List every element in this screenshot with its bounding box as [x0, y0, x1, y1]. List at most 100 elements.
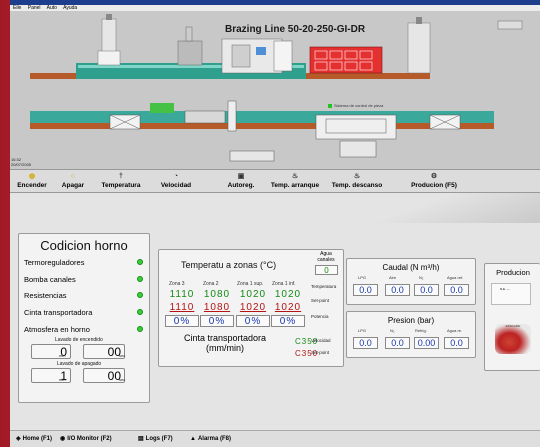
- condicion-horno-panel: Codicion horno Termoreguladores Bomba ca…: [18, 233, 150, 403]
- zone-temperature: 1020: [239, 289, 267, 300]
- tab-label: Alarma (F8): [197, 436, 231, 442]
- velocidad-button[interactable]: ◔ Velocidad: [156, 171, 196, 193]
- status-led-icon: [137, 259, 143, 265]
- temp-descanso-button[interactable]: ♨ Temp. descanso: [330, 171, 384, 193]
- temp-arranque-button[interactable]: ♨ Temp. arranque: [268, 171, 322, 193]
- zone-setpoint[interactable]: 1020: [271, 302, 305, 314]
- velocidad-label: Velocidad: [160, 182, 192, 189]
- presion-value: 0.0: [444, 337, 469, 349]
- zone-header: Zona 1 sup.: [237, 281, 264, 287]
- caudal-value: 0.0: [444, 284, 469, 296]
- agua-canales-value: 0: [315, 265, 338, 275]
- caudal-value: 0.0: [353, 284, 378, 296]
- status-led-icon: [137, 309, 143, 315]
- zone-power: 0%: [271, 315, 305, 327]
- caudal-header: LPG: [358, 275, 367, 280]
- zone-header: Zona 1 inf.: [272, 281, 296, 287]
- zone-power: 0%: [236, 315, 270, 327]
- zone-power: 0%: [200, 315, 234, 327]
- agua-canales-label: Agua canales: [317, 251, 335, 263]
- presion-header: LPG: [358, 328, 367, 333]
- speedometer-icon: ◔: [173, 173, 179, 180]
- caudal-value: 0.0: [414, 284, 439, 296]
- line-title: Brazing Line 50-20-250-GI-DR: [225, 24, 366, 35]
- app-background: Eile Panel Auto Ayuda Brazing Line 50-20…: [0, 0, 540, 447]
- caudal-header: Agua ref.: [447, 275, 464, 280]
- zone-setpoint[interactable]: 1110: [165, 302, 199, 314]
- zone-setpoint[interactable]: 1020: [236, 302, 270, 314]
- presion-header: N₂: [390, 328, 395, 333]
- tab-alarma[interactable]: ▲ Alarma (F8): [190, 434, 231, 445]
- caudal-header: Aire: [389, 275, 397, 280]
- condicion-item: Atmosfera en horno: [24, 325, 90, 334]
- temp-descanso-label: Temp. descanso: [331, 182, 383, 189]
- condicion-item: Cinta transportadora: [24, 308, 93, 317]
- apagar-button[interactable]: ○ Apagar: [58, 171, 88, 193]
- encender-button[interactable]: ◍ Encender: [12, 171, 52, 193]
- autoreg-label: Autoreg.: [227, 182, 255, 189]
- presion-panel: Presion (bar) LPG N₂ Refrig. Agua re. 0.…: [346, 311, 476, 358]
- production-icon: ⚙: [430, 173, 438, 180]
- row-label-velocidad: Velocidad: [311, 338, 331, 343]
- condicion-item: Termoreguladores: [24, 258, 85, 267]
- zone-setpoint[interactable]: 1080: [200, 302, 234, 314]
- sim-legend: Sistema de control de pieza: [328, 103, 383, 108]
- apagar-label: Apagar: [61, 182, 85, 189]
- status-led-icon: [137, 326, 143, 332]
- home-icon: ◈: [16, 436, 21, 442]
- temperatura-label: Temperatura: [101, 182, 141, 189]
- controller-icon: ▣: [237, 173, 245, 180]
- zone-temperature: 1080: [203, 289, 231, 300]
- legend-marker-icon: [328, 103, 332, 108]
- heater-start-icon: ♨: [291, 173, 299, 180]
- legend-text: Sistema de control de pieza: [334, 103, 384, 108]
- temperatura-button[interactable]: † Temperatura: [96, 171, 146, 193]
- produccion-panel: Producion N.E. — ESSCAME: [484, 263, 540, 371]
- caudal-value: 0.0: [385, 284, 410, 296]
- heater-rest-icon: ♨: [353, 173, 361, 180]
- tab-io-monitor[interactable]: ◉ I/O Monitor (F2): [60, 434, 112, 445]
- bulb-off-icon: ○: [70, 173, 76, 180]
- brazing-line-diagram: Brazing Line 50-20-250-GI-DR Sistema de …: [10, 11, 540, 169]
- row-label-vel-setpoint: Set-point: [311, 350, 330, 355]
- alarm-icon: ▲: [190, 436, 196, 442]
- produccion-title: Producion: [496, 268, 530, 277]
- tab-label: Logs (F7): [145, 436, 173, 442]
- sec-unit: sec: [119, 353, 126, 358]
- main-window: Eile Panel Auto Ayuda Brazing Line 50-20…: [10, 0, 540, 447]
- row-label-setpoint: Set-point: [311, 298, 330, 303]
- logs-icon: ▤: [138, 436, 144, 442]
- min-unit: min: [59, 353, 66, 358]
- monitor-icon: ◉: [60, 436, 66, 442]
- tab-home[interactable]: ◈ Home (F1): [16, 434, 52, 445]
- row-label-temperatura: Temperatura: [311, 284, 337, 289]
- condicion-title: Codicion horno: [40, 238, 128, 253]
- status-led-icon: [137, 276, 143, 282]
- autoreg-button[interactable]: ▣ Autoreg.: [223, 171, 259, 193]
- company-logo: ESSCAME: [495, 324, 531, 354]
- min-unit: min: [59, 377, 66, 382]
- tab-label: Home (F1): [22, 436, 52, 442]
- tab-logs[interactable]: ▤ Logs (F7): [138, 434, 173, 445]
- lavado-apagado-label: Lavado de apagado: [57, 361, 102, 367]
- zone-header: Zona 3: [169, 281, 185, 287]
- toolbar: ◍ Encender ○ Apagar † Temperatura ◔ Velocidad ▣ A…: [10, 169, 540, 193]
- produccion-label: Producion (F5): [411, 182, 457, 189]
- bottom-nav-bar: ◈ Home (F1) ◉ I/O Monitor (F2) ▤ Logs (F7) ▲ Al…: [10, 430, 540, 447]
- produccion-thumbnail[interactable]: N.E. —: [491, 283, 531, 305]
- zone-power: 0%: [165, 315, 199, 327]
- bulb-on-icon: ◍: [28, 173, 36, 180]
- encender-label: Encender: [17, 182, 47, 189]
- caudal-title: Caudal (N m³/h): [382, 263, 440, 272]
- produccion-button[interactable]: ⚙ Producion (F5): [406, 171, 462, 193]
- presion-title: Presion (bar): [387, 316, 435, 325]
- temp-arranque-label: Temp. arranque: [270, 182, 320, 189]
- row-label-potencia: Potencia: [311, 314, 329, 319]
- caudal-header: N₂: [419, 275, 424, 280]
- temperatura-title: Temperatu a zonas (°C): [181, 260, 277, 270]
- zone-temperature: 1020: [274, 289, 302, 300]
- zone-header: Zona 2: [203, 281, 219, 287]
- cinta-transportadora-label: Cinta transportadora (mm/min): [183, 333, 267, 353]
- condicion-item: Resistencias: [24, 291, 67, 300]
- presion-value: 0.0: [385, 337, 410, 349]
